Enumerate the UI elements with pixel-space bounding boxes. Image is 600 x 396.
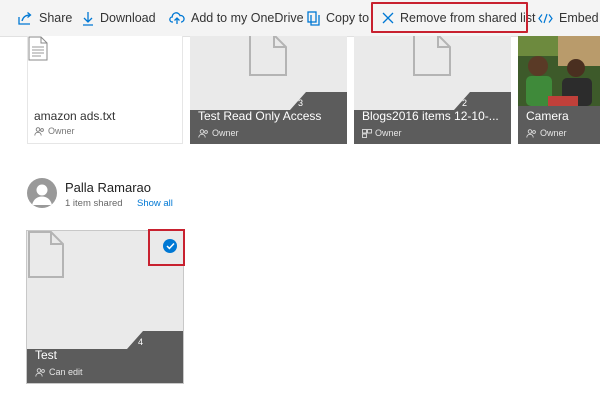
copy-icon <box>307 10 320 26</box>
show-all-link[interactable]: Show all <box>137 198 173 209</box>
text-file-icon <box>28 36 48 61</box>
command-bar: Share Download Add to my OneDrive Copy t… <box>0 0 600 37</box>
download-button[interactable]: Download <box>82 0 156 36</box>
people-icon <box>198 128 208 138</box>
checkmark-icon <box>165 242 175 250</box>
tile-role: Owner <box>540 128 567 138</box>
folder-tile-blogs2016[interactable]: 2 Blogs2016 items 12-10-... Owner <box>354 36 511 144</box>
tile-permission: Can edit <box>35 367 83 377</box>
tile-name: Test Read Only Access <box>198 109 322 123</box>
folder-tile-camera[interactable]: Camera Owner <box>518 36 600 144</box>
copy-to-button[interactable]: Copy to <box>307 0 369 36</box>
copy-to-label: Copy to <box>326 11 370 25</box>
item-count: 4 <box>137 337 143 347</box>
remove-button-highlight <box>371 2 528 33</box>
add-to-onedrive-button[interactable]: Add to my OneDrive <box>169 0 304 36</box>
document-icon <box>413 36 451 76</box>
avatar <box>27 178 57 208</box>
tile-name: Blogs2016 items 12-10-... <box>362 109 499 123</box>
file-card-amazon-ads[interactable]: amazon ads.txt Owner <box>27 36 183 144</box>
share-button[interactable]: Share <box>18 0 72 36</box>
share-icon <box>18 12 32 25</box>
tile-owner: Owner <box>362 128 402 138</box>
tile-owner: Owner <box>198 128 239 138</box>
person-icon <box>32 184 52 205</box>
cloud-add-icon <box>169 11 185 24</box>
embed-icon <box>538 13 553 23</box>
item-count: 2 <box>461 98 467 108</box>
file-owner: Owner <box>34 126 75 136</box>
document-icon <box>28 231 64 278</box>
tile-name: Camera <box>526 109 569 123</box>
tile-owner: Owner <box>526 128 567 138</box>
people-icon <box>526 128 536 138</box>
group-icon <box>362 128 372 138</box>
share-label: Share <box>39 11 73 25</box>
embed-button[interactable]: Embed <box>538 0 599 36</box>
folder-tile-test-read-only[interactable]: 3 Test Read Only Access Owner <box>190 36 347 144</box>
tile-role: Owner <box>212 128 239 138</box>
download-icon <box>83 11 93 26</box>
tile-name: Test <box>35 348 58 362</box>
embed-label: Embed <box>559 11 599 25</box>
document-icon <box>249 36 287 76</box>
people-icon <box>34 126 44 136</box>
add-to-onedrive-label: Add to my OneDrive <box>191 11 304 25</box>
selection-checkbox[interactable] <box>163 239 177 253</box>
items-shared-count: 1 item shared <box>65 198 123 209</box>
people-icon <box>35 367 45 377</box>
file-role: Owner <box>48 126 75 136</box>
tile-permission-label: Can edit <box>49 367 83 377</box>
person-name: Palla Ramarao <box>65 180 151 195</box>
file-name: amazon ads.txt <box>34 109 116 123</box>
tile-role: Owner <box>375 128 402 138</box>
item-count: 3 <box>297 98 303 108</box>
download-label: Download <box>100 11 156 25</box>
